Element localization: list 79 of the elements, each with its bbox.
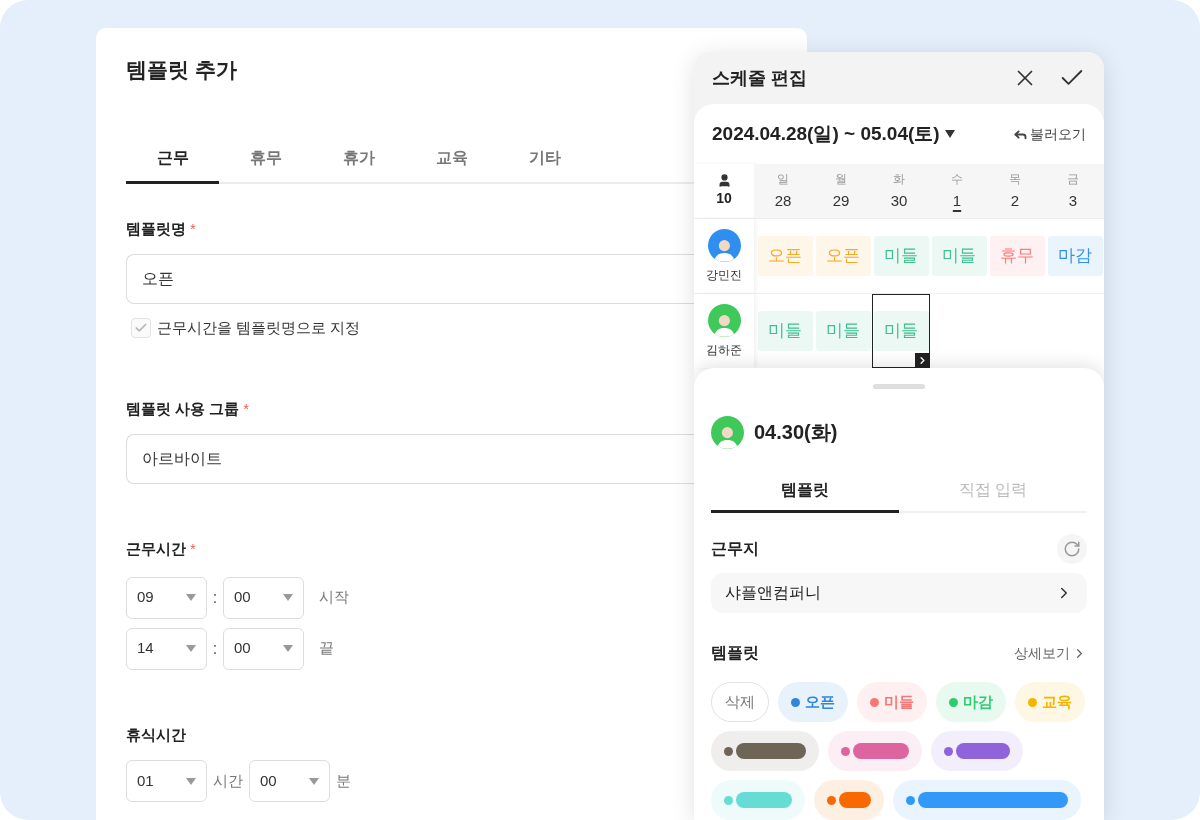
time-separator: :: [211, 638, 219, 659]
weekday-label: 일: [777, 170, 789, 188]
editor-title: 템플릿 추가: [126, 57, 237, 83]
refresh-icon: [1063, 539, 1081, 558]
redaction-bar: [956, 743, 1010, 759]
caret-icon: [186, 594, 196, 601]
time-separator: :: [211, 587, 219, 608]
time-select[interactable]: 14: [126, 627, 207, 670]
unit-label: 분: [336, 770, 351, 791]
redacted-template-chip[interactable]: [931, 731, 1023, 771]
time-select[interactable]: 01: [126, 760, 207, 802]
redaction-bar: [736, 743, 806, 759]
redaction-bar: [853, 743, 909, 759]
template-name-field[interactable]: 오픈: [126, 254, 694, 304]
required-mark: *: [190, 539, 196, 559]
date-label: 1: [952, 190, 962, 211]
date-label: 29: [832, 190, 850, 211]
category-tab[interactable]: 기타: [498, 135, 591, 184]
redacted-template-chip[interactable]: [711, 731, 819, 771]
refresh-button[interactable]: [1057, 533, 1087, 564]
date-range[interactable]: 2024.04.28(일) ~ 05.04(토): [712, 119, 940, 149]
weekday-label: 월: [835, 170, 847, 188]
load-button[interactable]: 불러오기: [1013, 123, 1086, 145]
shift-cell[interactable]: 휴무: [989, 236, 1045, 276]
caret-icon: [186, 777, 196, 785]
redacted-template-chip[interactable]: [893, 780, 1081, 820]
field-label: 템플릿 사용 그룹: [126, 398, 240, 419]
caret-icon[interactable]: [944, 130, 955, 138]
template-chip[interactable]: 오픈: [778, 682, 848, 722]
redaction-bar: [736, 792, 792, 808]
time-select[interactable]: 00: [223, 627, 304, 670]
category-tab[interactable]: 근무: [126, 135, 219, 184]
person-name: 강민진: [706, 266, 742, 284]
date-label: 2: [1010, 190, 1020, 211]
category-tab[interactable]: 교육: [405, 135, 498, 184]
expand-corner-icon[interactable]: [915, 353, 929, 367]
required-mark: *: [190, 218, 196, 239]
field-label: 근무시간: [126, 539, 186, 559]
required-mark: *: [243, 398, 250, 419]
time-select[interactable]: 09: [126, 576, 207, 619]
sheet-handle[interactable]: [873, 384, 925, 389]
time-select[interactable]: 00: [249, 760, 330, 802]
sheet-tab[interactable]: 템플릿: [711, 470, 899, 513]
field-label: 휴식시간: [126, 724, 186, 745]
section-label: 근무지: [711, 538, 759, 559]
field-label: 템플릿명: [126, 218, 186, 239]
sheet-date: 04.30(화): [754, 420, 838, 446]
weekday-label: 수: [951, 170, 963, 188]
weekday-label: 목: [1009, 170, 1021, 188]
unit-label: 시간: [213, 770, 243, 791]
category-tab[interactable]: 휴무: [219, 135, 312, 184]
redacted-template-chip[interactable]: [814, 780, 884, 820]
detail-link[interactable]: 상세보기: [1014, 642, 1087, 664]
template-chip[interactable]: 미들: [857, 682, 927, 722]
caret-icon: [186, 645, 196, 652]
headcount: 10: [716, 189, 732, 208]
person-name: 김하준: [706, 341, 742, 359]
time-caption: 시작: [319, 587, 349, 608]
shift-cell[interactable]: 마감: [1047, 236, 1103, 276]
checkbox-label: 근무시간을 템플릿명으로 지정: [157, 318, 361, 338]
date-label: 30: [890, 190, 908, 211]
weekday-label: 화: [893, 170, 905, 188]
date-label: 3: [1068, 190, 1078, 211]
panel-title: 스케줄 편집: [712, 66, 807, 90]
category-tab[interactable]: 휴가: [312, 135, 405, 184]
redacted-template-chip[interactable]: [828, 731, 922, 771]
section-label: 템플릿: [711, 643, 759, 663]
workplace-select[interactable]: 샤플앤컴퍼니: [711, 572, 1087, 613]
time-caption: 끝: [319, 638, 334, 659]
date-label: 28: [774, 190, 792, 211]
caret-icon: [309, 777, 319, 785]
person-icon: [716, 173, 732, 188]
weekday-label: 금: [1067, 170, 1079, 188]
caret-icon: [283, 594, 293, 601]
checkbox[interactable]: [131, 318, 151, 339]
caret-icon: [283, 645, 293, 652]
time-select[interactable]: 00: [223, 576, 304, 619]
group-field[interactable]: 아르바이트: [126, 434, 694, 484]
redaction-bar: [839, 792, 871, 808]
